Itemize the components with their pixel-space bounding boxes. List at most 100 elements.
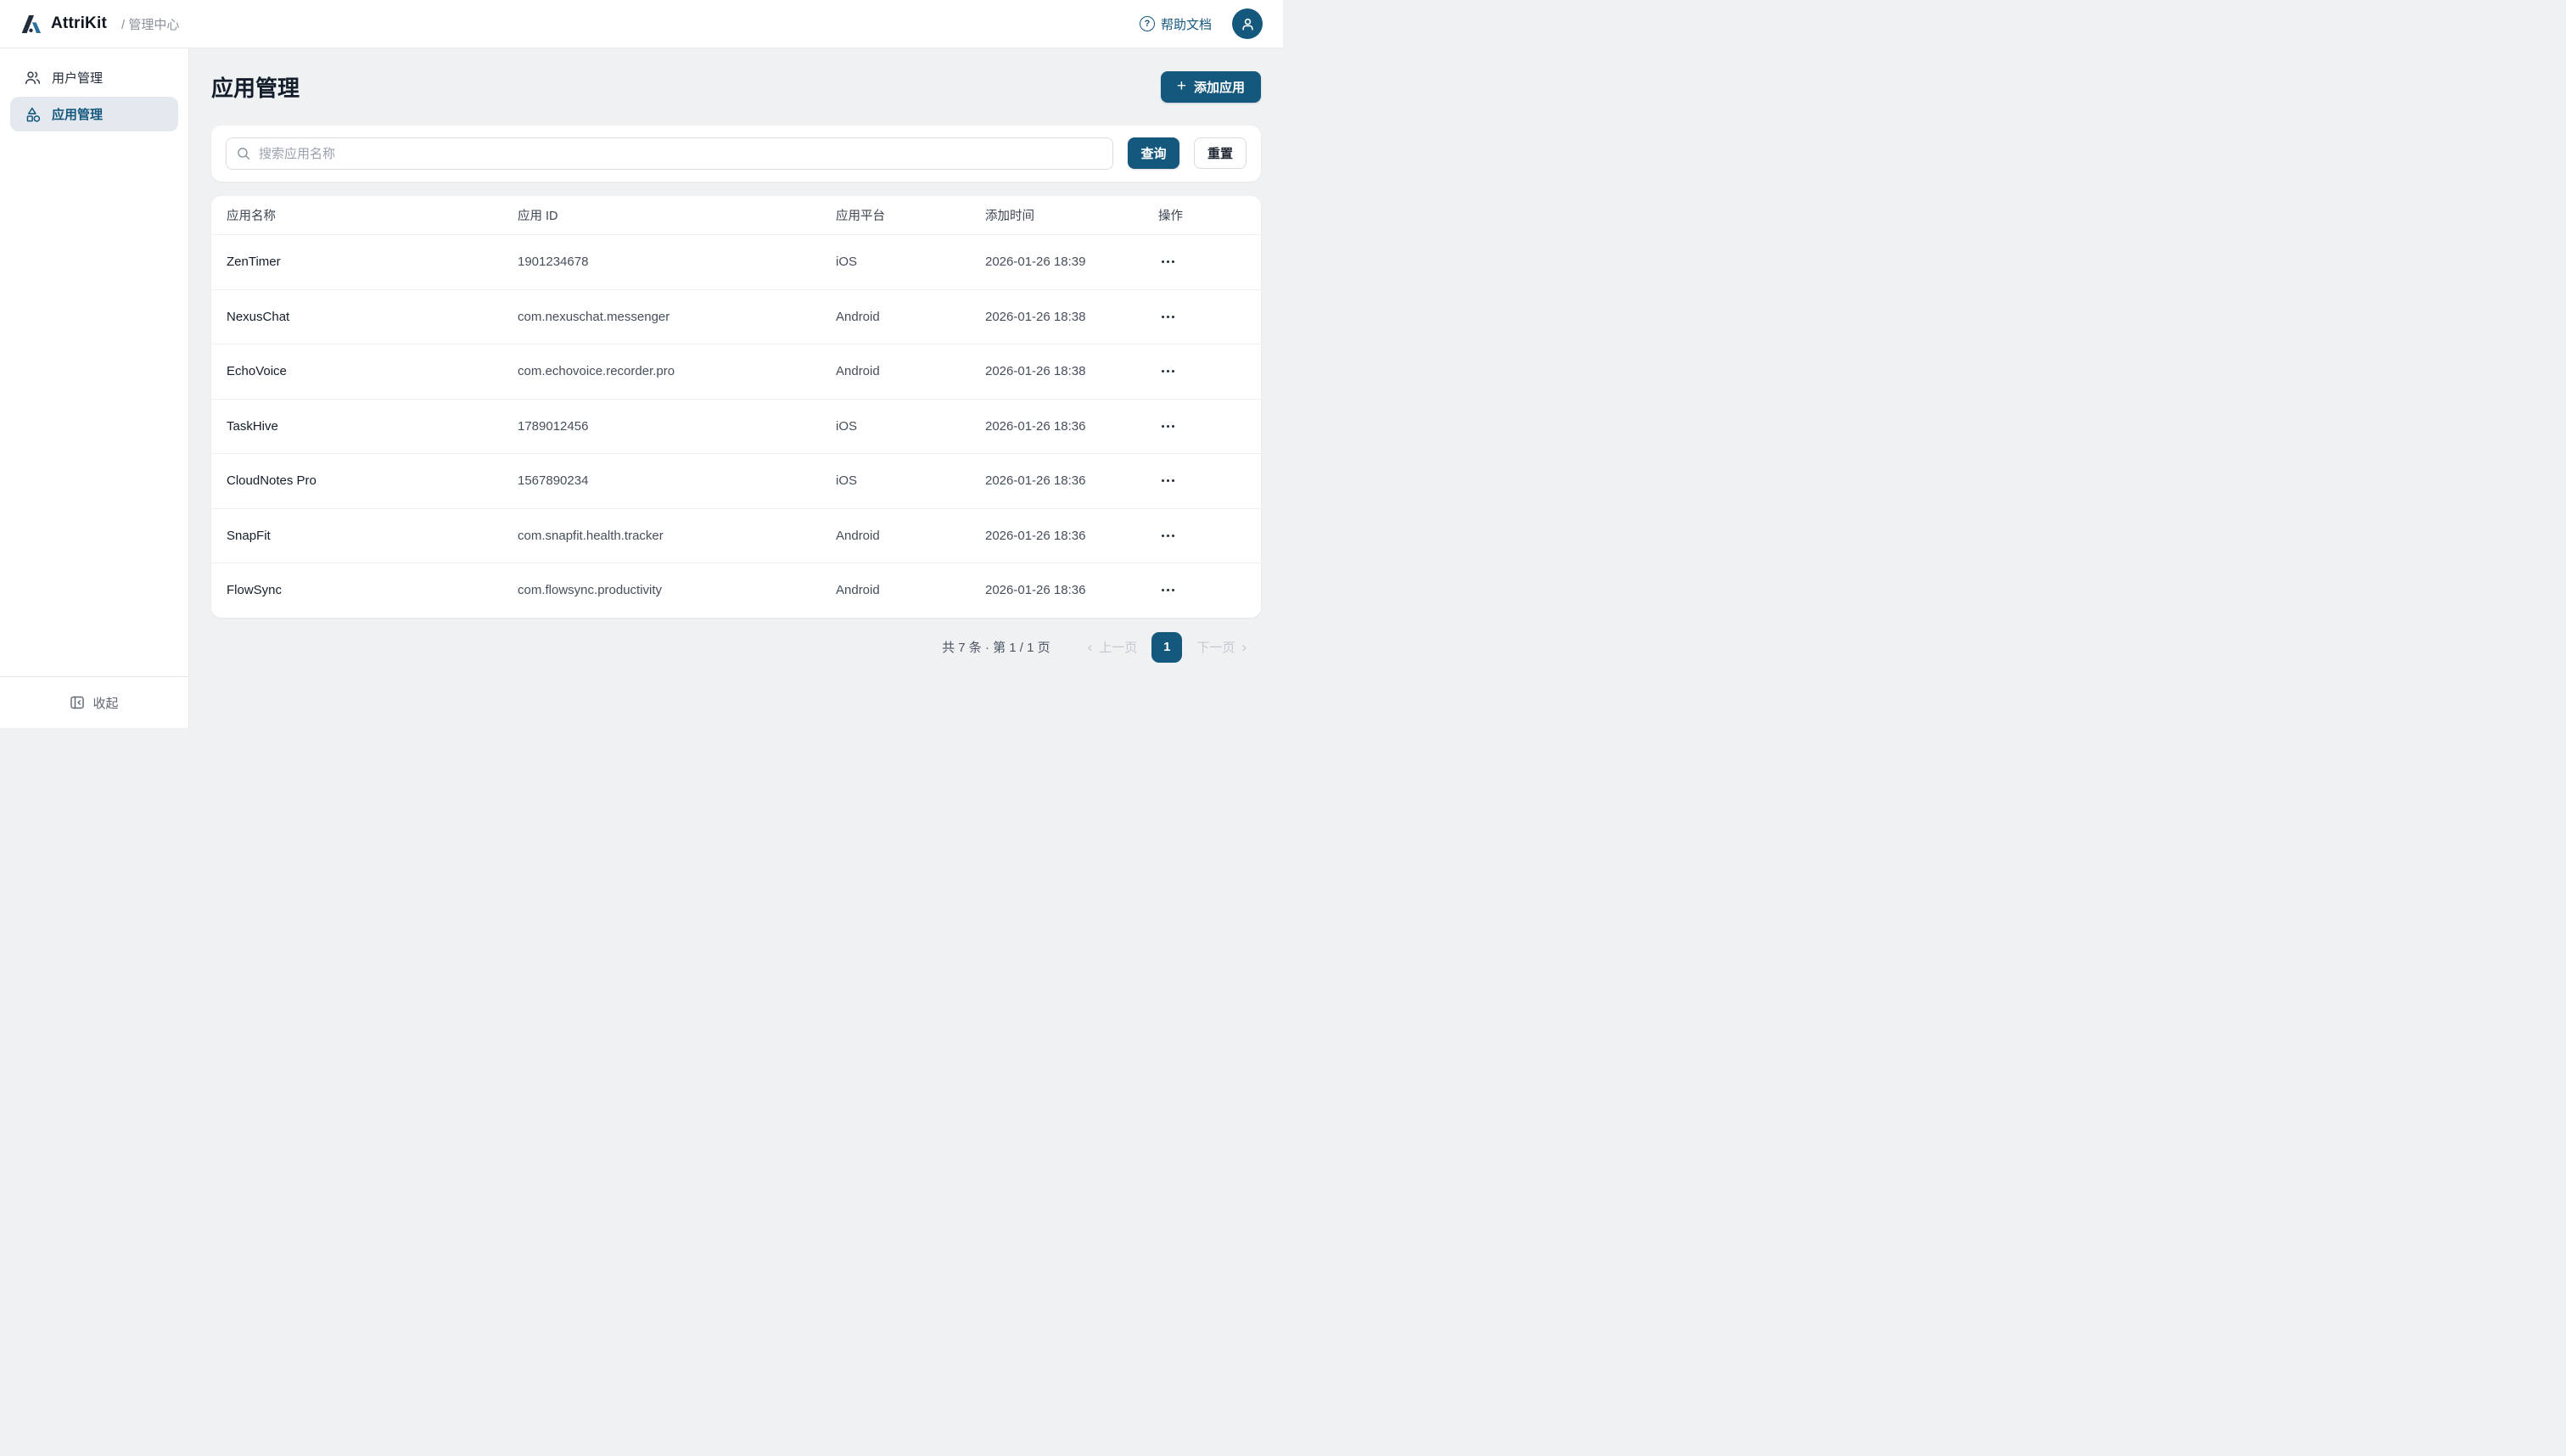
cell-added-at: 2026-01-26 18:39 <box>985 255 1158 269</box>
table-row: CloudNotes Pro 1567890234 iOS 2026-01-26… <box>211 453 1261 508</box>
cell-platform: Android <box>836 529 985 543</box>
brand-name: AttriKit <box>51 14 107 33</box>
question-circle-icon: ? <box>1140 16 1155 31</box>
cell-app-id: 1789012456 <box>518 419 836 434</box>
cell-actions <box>1158 254 1246 270</box>
avatar[interactable] <box>1232 8 1263 39</box>
cell-app-name: TaskHive <box>227 419 518 434</box>
cell-actions <box>1158 309 1246 325</box>
cell-app-id: 1567890234 <box>518 473 836 488</box>
apps-icon <box>25 106 41 122</box>
row-actions-button[interactable] <box>1158 363 1178 379</box>
cell-app-id: com.nexuschat.messenger <box>518 310 836 324</box>
row-actions-button[interactable] <box>1158 473 1178 489</box>
cell-app-name: NexusChat <box>227 310 518 324</box>
query-button-label: 查询 <box>1140 144 1166 162</box>
sidebar-item-user-management[interactable]: 用户管理 <box>10 60 178 95</box>
table-header-row: 应用名称 应用 ID 应用平台 添加时间 操作 <box>211 196 1261 234</box>
sidebar-item-label: 应用管理 <box>52 105 103 123</box>
page-title: 应用管理 <box>211 71 300 103</box>
more-dots-icon <box>1162 425 1164 428</box>
sidebar-item-app-management[interactable]: 应用管理 <box>10 97 178 132</box>
query-button[interactable]: 查询 <box>1128 137 1179 169</box>
more-dots-icon <box>1162 535 1164 537</box>
sidebar-item-label: 用户管理 <box>52 69 103 87</box>
main-content: 应用管理 + 添加应用 查询 重置 <box>189 48 1283 728</box>
next-page-button[interactable]: 下一页 › <box>1196 638 1247 656</box>
search-card: 查询 重置 <box>211 126 1261 182</box>
cell-platform: iOS <box>836 473 985 488</box>
user-icon <box>1240 16 1256 32</box>
row-actions-button[interactable] <box>1158 254 1178 270</box>
add-app-button[interactable]: + 添加应用 <box>1161 71 1261 103</box>
attrikit-logo-icon <box>20 14 43 35</box>
help-docs-link[interactable]: ? 帮助文档 <box>1140 15 1212 33</box>
sidebar-nav: 用户管理 应用管理 <box>0 48 188 133</box>
column-header-actions: 操作 <box>1158 206 1246 224</box>
top-bar: AttriKit / 管理中心 ? 帮助文档 <box>0 0 1283 48</box>
reset-button-label: 重置 <box>1207 147 1233 161</box>
more-dots-icon <box>1162 260 1164 263</box>
row-actions-button[interactable] <box>1158 418 1178 434</box>
cell-app-id: com.flowsync.productivity <box>518 583 836 597</box>
column-header-platform: 应用平台 <box>836 206 985 224</box>
cell-app-name: FlowSync <box>227 583 518 597</box>
table-row: SnapFit com.snapfit.health.tracker Andro… <box>211 508 1261 563</box>
reset-button[interactable]: 重置 <box>1194 137 1247 169</box>
cell-added-at: 2026-01-26 18:38 <box>985 364 1158 378</box>
cell-app-id: com.snapfit.health.tracker <box>518 529 836 543</box>
users-icon <box>25 70 41 86</box>
cell-platform: iOS <box>836 419 985 434</box>
cell-added-at: 2026-01-26 18:38 <box>985 310 1158 324</box>
more-dots-icon <box>1162 589 1164 591</box>
sidebar-collapse-button[interactable]: 收起 <box>0 676 188 728</box>
page-number-button[interactable]: 1 <box>1151 632 1182 663</box>
cell-added-at: 2026-01-26 18:36 <box>985 529 1158 543</box>
search-box <box>226 137 1113 170</box>
row-actions-button[interactable] <box>1158 309 1178 325</box>
table-row: ZenTimer 1901234678 iOS 2026-01-26 18:39 <box>211 234 1261 289</box>
cell-app-name: CloudNotes Pro <box>227 473 518 488</box>
brand: AttriKit / 管理中心 <box>20 14 179 35</box>
cell-app-name: ZenTimer <box>227 255 518 269</box>
search-input[interactable] <box>226 137 1113 170</box>
top-bar-right: ? 帮助文档 <box>1140 8 1263 39</box>
cell-app-id: com.echovoice.recorder.pro <box>518 364 836 378</box>
apps-table: 应用名称 应用 ID 应用平台 添加时间 操作 ZenTimer 1901234… <box>211 196 1261 618</box>
cell-actions <box>1158 363 1246 379</box>
plus-icon: + <box>1177 78 1186 94</box>
collapse-sidebar-icon <box>70 695 85 710</box>
prev-page-button[interactable]: ‹ 上一页 <box>1088 638 1138 656</box>
cell-added-at: 2026-01-26 18:36 <box>985 583 1158 597</box>
prev-page-label: 上一页 <box>1099 638 1137 656</box>
cell-actions <box>1158 528 1246 544</box>
cell-platform: iOS <box>836 255 985 269</box>
pagination-summary: 共 7 条 · 第 1 / 1 页 <box>942 638 1050 656</box>
row-actions-button[interactable] <box>1158 582 1178 598</box>
pager: ‹ 上一页 1 下一页 › <box>1088 632 1247 663</box>
cell-app-name: EchoVoice <box>227 364 518 378</box>
more-dots-icon <box>1162 316 1164 318</box>
sidebar: 用户管理 应用管理 收 <box>0 48 189 728</box>
breadcrumb: / 管理中心 <box>121 15 179 33</box>
cell-platform: Android <box>836 310 985 324</box>
column-header-added-at: 添加时间 <box>985 206 1158 224</box>
cell-added-at: 2026-01-26 18:36 <box>985 419 1158 434</box>
collapse-label: 收起 <box>92 694 118 712</box>
more-dots-icon <box>1162 479 1164 482</box>
cell-actions <box>1158 473 1246 489</box>
table-row: FlowSync com.flowsync.productivity Andro… <box>211 563 1261 618</box>
column-header-app-name: 应用名称 <box>227 206 518 224</box>
column-header-app-id: 应用 ID <box>518 206 836 224</box>
cell-platform: Android <box>836 364 985 378</box>
chevron-left-icon: ‹ <box>1088 640 1093 654</box>
row-actions-button[interactable] <box>1158 528 1178 544</box>
cell-app-id: 1901234678 <box>518 255 836 269</box>
table-body: ZenTimer 1901234678 iOS 2026-01-26 18:39… <box>211 234 1261 618</box>
page-header: 应用管理 + 添加应用 <box>211 70 1261 103</box>
cell-actions <box>1158 418 1246 434</box>
next-page-label: 下一页 <box>1196 638 1235 656</box>
help-docs-label: 帮助文档 <box>1161 15 1212 33</box>
cell-actions <box>1158 582 1246 598</box>
cell-added-at: 2026-01-26 18:36 <box>985 473 1158 488</box>
